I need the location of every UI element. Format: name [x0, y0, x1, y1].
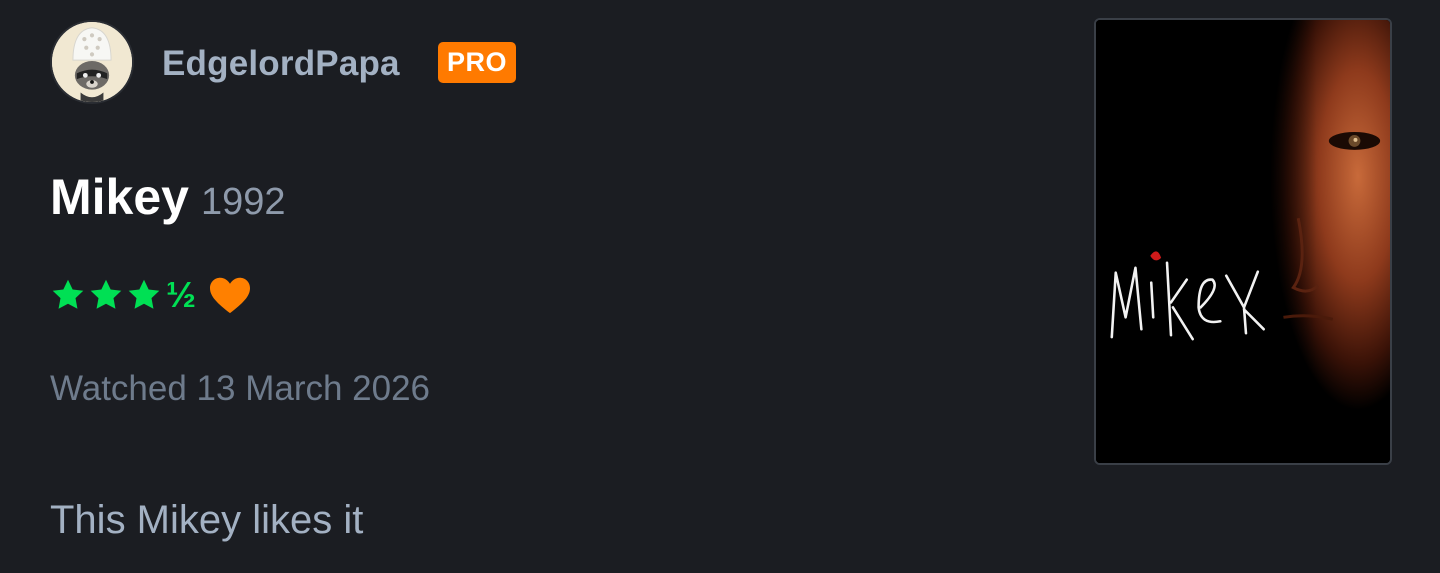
review-card: EdgelordPapa PRO Mikey 1992 ½ Watched 13 … — [0, 0, 1440, 573]
pro-badge: PRO — [438, 42, 517, 83]
rating-row: ½ — [50, 274, 252, 316]
star-icon — [50, 277, 86, 313]
star-icon — [126, 277, 162, 313]
film-poster[interactable] — [1094, 18, 1392, 465]
film-title[interactable]: Mikey — [50, 169, 189, 225]
film-title-row: Mikey 1992 — [50, 168, 286, 226]
poster-image — [1096, 20, 1390, 463]
heart-icon — [208, 275, 252, 315]
username[interactable]: EdgelordPapa — [162, 44, 400, 84]
review-text: This Mikey likes it — [50, 498, 364, 542]
user-avatar[interactable] — [50, 20, 134, 104]
raccoon-avatar-icon — [52, 22, 132, 102]
half-star-icon: ½ — [166, 274, 197, 315]
watched-date: Watched 13 March 2026 — [50, 369, 431, 408]
star-icon — [88, 277, 124, 313]
film-year[interactable]: 1992 — [201, 181, 286, 223]
